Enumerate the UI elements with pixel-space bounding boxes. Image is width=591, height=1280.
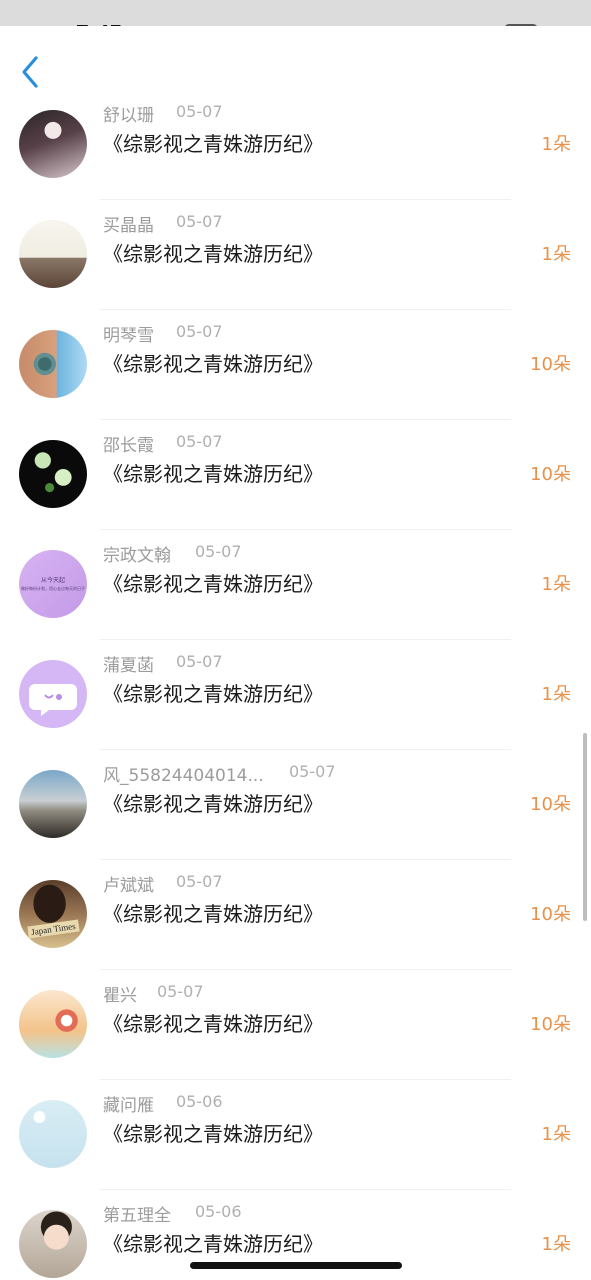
avatar-caption: 从今天起 [40,577,65,584]
gift-date: 05-07 [176,872,223,891]
gift-date: 05-07 [176,432,223,451]
flower-count: 1朵 [541,684,571,705]
chat-bubble-icon [29,684,77,716]
gift-date: 05-06 [176,1092,223,1111]
user-name[interactable]: 宗政文翰 [103,541,171,566]
flower-count: 1朵 [541,1124,571,1145]
list-item[interactable]: 明琴雪 05-07 《综影视之青姝游历纪》 10朵 [0,310,591,420]
avatar[interactable] [19,110,87,178]
book-title[interactable]: 《综影视之青姝游历纪》 [103,788,323,817]
user-name[interactable]: 买晶晶 [103,211,154,236]
avatar[interactable] [19,770,87,838]
flower-count: 1朵 [541,244,571,265]
avatar-caption: 做好每份计划，用心去过每天的日子 [21,586,85,591]
user-name[interactable]: 卢斌斌 [103,871,154,896]
scrollbar[interactable] [583,733,587,921]
flower-count: 1朵 [541,1234,571,1255]
avatar-caption: Japan Times [27,919,79,939]
book-title[interactable]: 《综影视之青姝游历纪》 [103,898,323,927]
list-item[interactable]: 风_55824404014... 05-07 《综影视之青姝游历纪》 10朵 [0,750,591,860]
gift-date: 05-07 [157,982,204,1001]
gift-date: 05-07 [176,212,223,231]
avatar[interactable] [19,220,87,288]
list-item[interactable]: 藏问雁 05-06 《综影视之青姝游历纪》 1朵 [0,1080,591,1190]
book-title[interactable]: 《综影视之青姝游历纪》 [103,128,323,157]
chevron-left-icon [22,56,38,88]
gift-date: 05-07 [176,102,223,121]
list-item[interactable]: 舒以珊 05-07 《综影视之青姝游历纪》 1朵 [0,92,591,200]
home-indicator[interactable] [190,1262,402,1269]
flower-count: 10朵 [530,354,571,375]
book-title[interactable]: 《综影视之青姝游历纪》 [103,1118,323,1147]
book-title[interactable]: 《综影视之青姝游历纪》 [103,458,323,487]
avatar[interactable]: 从今天起做好每份计划，用心去过每天的日子 [19,550,87,618]
avatar[interactable]: Japan Times [19,880,87,948]
avatar[interactable] [19,1210,87,1278]
flower-count: 10朵 [530,464,571,485]
flower-count: 1朵 [541,134,571,155]
user-name[interactable]: 藏问雁 [103,1091,154,1116]
book-title[interactable]: 《综影视之青姝游历纪》 [103,1008,323,1037]
gift-date: 05-07 [289,762,336,781]
avatar[interactable] [19,330,87,398]
user-name[interactable]: 邵长霞 [103,431,154,456]
book-title[interactable]: 《综影视之青姝游历纪》 [103,1228,323,1257]
list-item[interactable]: 邵长霞 05-07 《综影视之青姝游历纪》 10朵 [0,420,591,530]
flower-count: 1朵 [541,574,571,595]
user-name[interactable]: 瞿兴 [103,981,137,1006]
avatar[interactable] [19,1100,87,1168]
user-name[interactable]: 第五理全 [103,1201,171,1226]
nav-bar [0,26,591,104]
flower-count: 10朵 [530,794,571,815]
gift-date: 05-07 [176,652,223,671]
user-name[interactable]: 风_55824404014... [103,761,264,786]
book-title[interactable]: 《综影视之青姝游历纪》 [103,348,323,377]
gift-date: 05-07 [176,322,223,341]
flower-count: 10朵 [530,1014,571,1035]
flower-list: 舒以珊 05-07 《综影视之青姝游历纪》 1朵 买晶晶 05-07 《综影视之青姝游历纪》… [0,92,591,1280]
list-item[interactable]: 瞿兴 05-07 《综影视之青姝游历纪》 10朵 [0,970,591,1080]
list-item[interactable]: 买晶晶 05-07 《综影视之青姝游历纪》 1朵 [0,200,591,310]
list-item[interactable]: 蒲夏菡 05-07 《综影视之青姝游历纪》 1朵 [0,640,591,750]
gift-date: 05-07 [195,542,242,561]
avatar[interactable] [19,660,87,728]
list-item[interactable]: 从今天起 做好每份计划，用心去过每天的日子 宗政文翰 05-07 《综影视之青姝游历纪》… [0,530,591,640]
avatar[interactable] [19,990,87,1058]
flower-count: 10朵 [530,904,571,925]
user-name[interactable]: 明琴雪 [103,321,154,346]
list-item[interactable]: Japan Times 卢斌斌 05-07 《综影视之青姝游历纪》 10朵 [0,860,591,970]
user-name[interactable]: 蒲夏菡 [103,651,154,676]
back-button[interactable] [16,52,46,92]
avatar[interactable] [19,440,87,508]
gift-date: 05-06 [195,1202,242,1221]
user-name[interactable]: 舒以珊 [103,101,154,126]
book-title[interactable]: 《综影视之青姝游历纪》 [103,568,323,597]
book-title[interactable]: 《综影视之青姝游历纪》 [103,678,323,707]
book-title[interactable]: 《综影视之青姝游历纪》 [103,238,323,267]
